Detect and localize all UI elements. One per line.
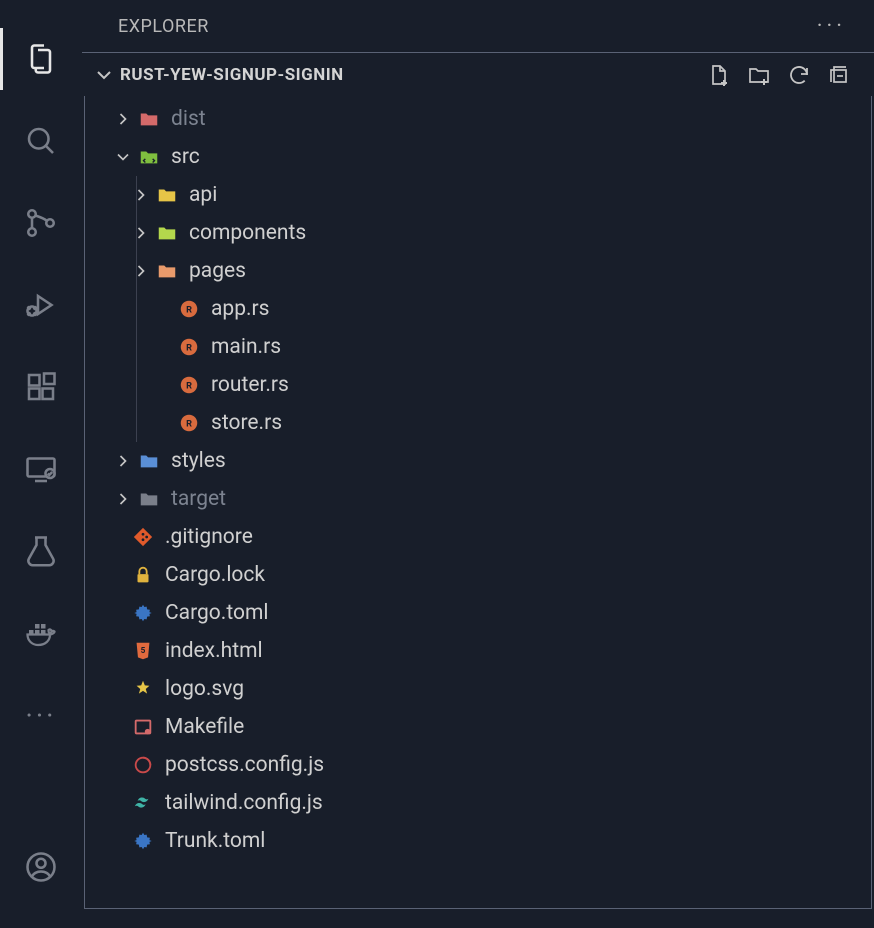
- new-folder-button[interactable]: [742, 58, 776, 92]
- html-icon: 5: [131, 639, 155, 663]
- chevron-right-icon: [113, 489, 133, 509]
- file-main-rs[interactable]: R main.rs: [85, 328, 871, 366]
- collapse-all-button[interactable]: [822, 58, 856, 92]
- file-cargo-lock[interactable]: Cargo.lock: [85, 556, 871, 594]
- folder-icon: [155, 259, 179, 283]
- new-file-button[interactable]: [702, 58, 736, 92]
- file-label: index.html: [165, 639, 263, 663]
- file-label: app.rs: [211, 297, 270, 321]
- file-label: postcss.config.js: [165, 753, 324, 777]
- folder-src-icon: [137, 145, 161, 169]
- rust-icon: R: [177, 373, 201, 397]
- chevron-right-icon: [131, 223, 151, 243]
- activity-explorer[interactable]: [0, 18, 82, 100]
- chevron-down-icon: [113, 147, 133, 167]
- file-label: Cargo.toml: [165, 601, 268, 625]
- file-tailwind[interactable]: tailwind.config.js: [85, 784, 871, 822]
- activity-testing[interactable]: [0, 510, 82, 592]
- folder-icon: [137, 487, 161, 511]
- explorer-title: EXPLORER: [118, 16, 209, 37]
- chevron-right-icon: [113, 109, 133, 129]
- svg-text:R: R: [186, 382, 192, 392]
- folder-label: api: [189, 183, 217, 207]
- postcss-icon: [131, 753, 155, 777]
- activity-docker[interactable]: [0, 592, 82, 674]
- file-trunk-toml[interactable]: Trunk.toml: [85, 822, 871, 860]
- chevron-right-icon: [131, 261, 151, 281]
- chevron-right-icon: [131, 185, 151, 205]
- folder-label: styles: [171, 449, 226, 473]
- activity-debug[interactable]: [0, 264, 82, 346]
- explorer-sidebar: EXPLORER ··· RUST-YEW-SIGNUP-SIGNIN: [82, 0, 874, 928]
- folder-pages[interactable]: pages: [85, 252, 871, 290]
- folder-styles[interactable]: styles: [85, 442, 871, 480]
- file-label: Makefile: [165, 715, 244, 739]
- svg-text:R: R: [186, 420, 192, 430]
- folder-api[interactable]: api: [85, 176, 871, 214]
- file-label: logo.svg: [165, 677, 244, 701]
- file-cargo-toml[interactable]: Cargo.toml: [85, 594, 871, 632]
- chevron-down-icon: [92, 63, 116, 87]
- file-label: tailwind.config.js: [165, 791, 323, 815]
- svg-text:R: R: [186, 344, 192, 354]
- file-gitignore[interactable]: .gitignore: [85, 518, 871, 556]
- activity-scm[interactable]: [0, 182, 82, 264]
- file-app-rs[interactable]: R app.rs: [85, 290, 871, 328]
- folder-label: target: [171, 487, 226, 511]
- file-label: main.rs: [211, 335, 281, 359]
- activity-account[interactable]: [0, 826, 82, 908]
- explorer-more-button[interactable]: ···: [817, 14, 846, 39]
- folder-components[interactable]: components: [85, 214, 871, 252]
- folder-label: src: [171, 145, 200, 169]
- rust-icon: R: [177, 411, 201, 435]
- rust-icon: R: [177, 297, 201, 321]
- folder-label: dist: [171, 107, 206, 131]
- file-router-rs[interactable]: R router.rs: [85, 366, 871, 404]
- file-label: .gitignore: [165, 525, 253, 549]
- explorer-header: EXPLORER ···: [82, 0, 874, 52]
- makefile-icon: [131, 715, 155, 739]
- gear-icon: [131, 601, 155, 625]
- folder-icon: [155, 183, 179, 207]
- folder-dist[interactable]: dist: [85, 100, 871, 138]
- file-label: router.rs: [211, 373, 289, 397]
- project-name: RUST-YEW-SIGNUP-SIGNIN: [120, 65, 344, 85]
- rust-icon: R: [177, 335, 201, 359]
- gear-icon: [131, 829, 155, 853]
- folder-icon: [137, 107, 161, 131]
- folder-icon: [137, 449, 161, 473]
- src-children: api components pages R app.rs: [85, 176, 871, 442]
- project-header[interactable]: RUST-YEW-SIGNUP-SIGNIN: [82, 52, 874, 96]
- activity-more[interactable]: ···: [0, 674, 82, 756]
- folder-target[interactable]: target: [85, 480, 871, 518]
- tailwind-icon: [131, 791, 155, 815]
- activity-search[interactable]: [0, 100, 82, 182]
- svg-text:R: R: [186, 306, 192, 316]
- file-label: Cargo.lock: [165, 563, 265, 587]
- chevron-right-icon: [113, 451, 133, 471]
- folder-icon: [155, 221, 179, 245]
- folder-label: pages: [189, 259, 246, 283]
- file-index-html[interactable]: 5 index.html: [85, 632, 871, 670]
- file-makefile[interactable]: Makefile: [85, 708, 871, 746]
- folder-src[interactable]: src: [85, 138, 871, 176]
- file-label: store.rs: [211, 411, 282, 435]
- file-logo-svg[interactable]: logo.svg: [85, 670, 871, 708]
- file-store-rs[interactable]: R store.rs: [85, 404, 871, 442]
- activity-bar: ···: [0, 0, 82, 928]
- activity-remote[interactable]: [0, 428, 82, 510]
- svg-icon: [131, 677, 155, 701]
- lock-icon: [131, 563, 155, 587]
- folder-label: components: [189, 221, 306, 245]
- refresh-button[interactable]: [782, 58, 816, 92]
- file-tree: dist src api components: [84, 96, 872, 909]
- file-label: Trunk.toml: [165, 829, 265, 853]
- file-postcss[interactable]: postcss.config.js: [85, 746, 871, 784]
- git-icon: [131, 525, 155, 549]
- activity-extensions[interactable]: [0, 346, 82, 428]
- svg-text:5: 5: [141, 646, 146, 656]
